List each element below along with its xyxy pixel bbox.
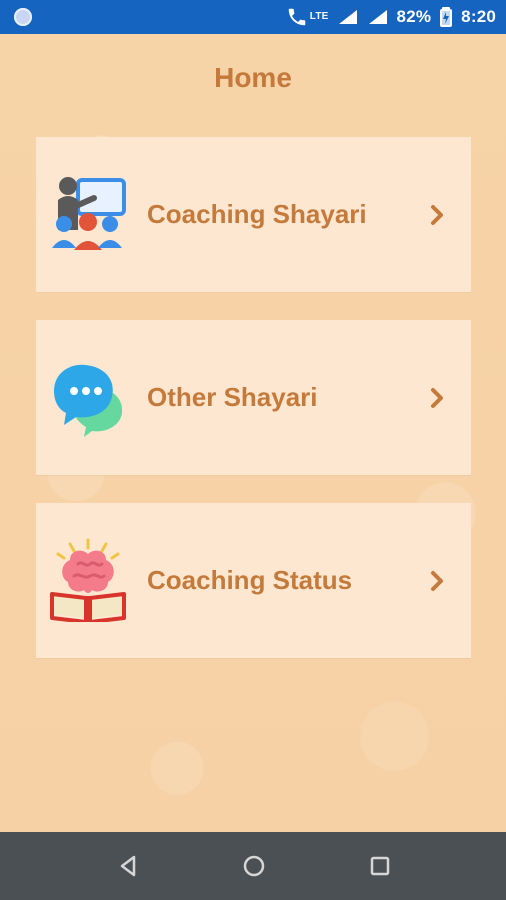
menu-item-label: Other Shayari xyxy=(147,382,318,412)
chevron-right-icon xyxy=(429,320,445,475)
home-icon[interactable] xyxy=(238,850,270,882)
navigation-bar xyxy=(0,832,506,900)
chat-bubbles-icon xyxy=(46,355,130,439)
phone-lte-icon: LTE xyxy=(286,6,329,28)
recents-icon[interactable] xyxy=(364,850,396,882)
menu-item-label: Coaching Shayari xyxy=(147,199,367,229)
menu-item-coaching-shayari[interactable]: Coaching Shayari xyxy=(36,137,471,292)
page-title: Home xyxy=(214,62,292,93)
signal-icon-1 xyxy=(337,8,359,26)
presentation-teacher-icon xyxy=(46,172,130,256)
clock: 8:20 xyxy=(461,7,496,26)
menu-item-other-shayari[interactable]: Other Shayari xyxy=(36,320,471,475)
network-label: LTE xyxy=(309,11,329,22)
home-page: Home Coaching Shayari Other Shayari Coac… xyxy=(0,34,506,832)
status-bar: LTE 82% 8:20 xyxy=(0,0,506,34)
status-icons: LTE 82% 8:20 xyxy=(286,0,496,34)
menu-item-coaching-status[interactable]: Coaching Status xyxy=(36,503,471,658)
chevron-right-icon xyxy=(429,137,445,292)
brain-book-icon xyxy=(46,538,130,624)
battery-icon xyxy=(439,6,453,28)
back-icon[interactable] xyxy=(112,850,144,882)
signal-icon-2 xyxy=(367,8,389,26)
menu-item-label: Coaching Status xyxy=(147,565,353,595)
chevron-right-icon xyxy=(429,503,445,658)
notification-icon xyxy=(14,8,32,26)
battery-percent: 82% xyxy=(396,7,432,26)
